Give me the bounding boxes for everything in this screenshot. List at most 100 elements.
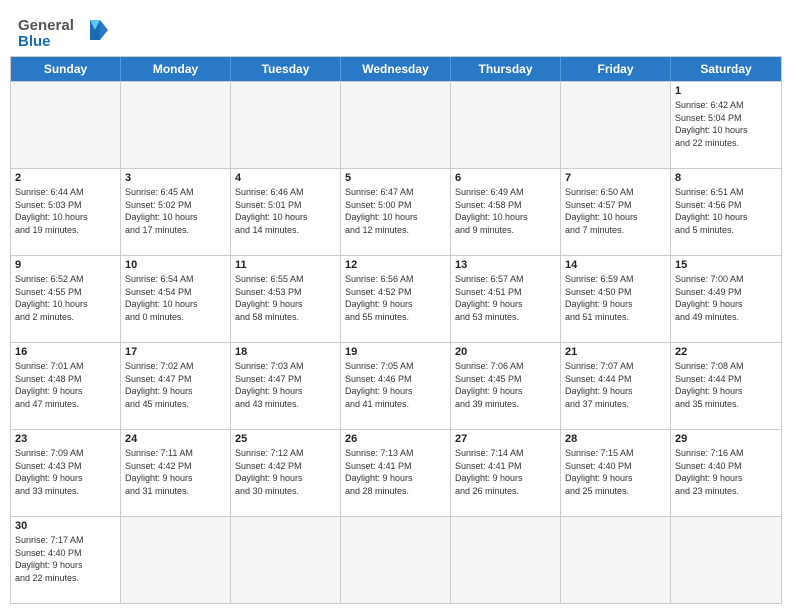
calendar-day-cell: 28 Sunrise: 7:15 AM Sunset: 4:40 PM Dayli… (561, 430, 671, 516)
calendar-header-cell: Saturday (671, 57, 781, 81)
calendar-day-cell (231, 517, 341, 603)
day-number: 16 (15, 346, 116, 358)
calendar-header-cell: Monday (121, 57, 231, 81)
calendar-day-cell (121, 517, 231, 603)
calendar-day-cell: 6Sunrise: 6:49 AM Sunset: 4:58 PM Daylig… (451, 169, 561, 255)
calendar-day-cell (121, 82, 231, 168)
day-info: Sunrise: 6:50 AM Sunset: 4:57 PM Dayligh… (565, 186, 666, 236)
day-info: Sunrise: 6:42 AM Sunset: 5:04 PM Dayligh… (675, 99, 777, 149)
calendar-header-cell: Sunday (11, 57, 121, 81)
calendar-week-row: 1Sunrise: 6:42 AM Sunset: 5:04 PM Daylig… (11, 81, 781, 168)
day-number: 8 (675, 172, 777, 184)
calendar-day-cell: 10 Sunrise: 6:54 AM Sunset: 4:54 PM Dayli… (121, 256, 231, 342)
day-info: Sunrise: 7:15 AM Sunset: 4:40 PM Dayligh… (565, 447, 666, 497)
day-info: Sunrise: 6:56 AM Sunset: 4:52 PM Dayligh… (345, 273, 446, 323)
calendar-day-cell: 21Sunrise: 7:07 AM Sunset: 4:44 PM Dayli… (561, 343, 671, 429)
day-number: 11 (235, 259, 336, 271)
day-number: 28 (565, 433, 666, 445)
calendar-day-cell: 20 Sunrise: 7:06 AM Sunset: 4:45 PM Dayli… (451, 343, 561, 429)
day-number: 17 (125, 346, 226, 358)
day-number: 23 (15, 433, 116, 445)
calendar-day-cell (671, 517, 781, 603)
day-number: 22 (675, 346, 777, 358)
day-number: 25 (235, 433, 336, 445)
calendar-day-cell: 16 Sunrise: 7:01 AM Sunset: 4:48 PM Dayli… (11, 343, 121, 429)
calendar-day-cell (561, 82, 671, 168)
day-info: Sunrise: 6:57 AM Sunset: 4:51 PM Dayligh… (455, 273, 556, 323)
day-number: 5 (345, 172, 446, 184)
day-info: Sunrise: 7:06 AM Sunset: 4:45 PM Dayligh… (455, 360, 556, 410)
calendar-day-cell: 17Sunrise: 7:02 AM Sunset: 4:47 PM Dayli… (121, 343, 231, 429)
day-number: 2 (15, 172, 116, 184)
calendar-day-cell: 4 Sunrise: 6:46 AM Sunset: 5:01 PM Daylig… (231, 169, 341, 255)
calendar-day-cell (451, 82, 561, 168)
calendar-day-cell: 12Sunrise: 6:56 AM Sunset: 4:52 PM Dayli… (341, 256, 451, 342)
calendar-header-cell: Tuesday (231, 57, 341, 81)
day-number: 18 (235, 346, 336, 358)
day-info: Sunrise: 7:17 AM Sunset: 4:40 PM Dayligh… (15, 534, 116, 584)
day-number: 10 (125, 259, 226, 271)
calendar-day-cell: 22 Sunrise: 7:08 AM Sunset: 4:44 PM Dayli… (671, 343, 781, 429)
calendar-day-cell: 25 Sunrise: 7:12 AM Sunset: 4:42 PM Dayli… (231, 430, 341, 516)
calendar-day-cell: 15Sunrise: 7:00 AM Sunset: 4:49 PM Dayli… (671, 256, 781, 342)
calendar-header-row: SundayMondayTuesdayWednesdayThursdayFrid… (11, 57, 781, 81)
day-number: 20 (455, 346, 556, 358)
calendar-day-cell: 1Sunrise: 6:42 AM Sunset: 5:04 PM Daylig… (671, 82, 781, 168)
logo-graphic: General Blue (18, 12, 108, 50)
day-info: Sunrise: 7:03 AM Sunset: 4:47 PM Dayligh… (235, 360, 336, 410)
day-info: Sunrise: 6:44 AM Sunset: 5:03 PM Dayligh… (15, 186, 116, 236)
day-info: Sunrise: 6:51 AM Sunset: 4:56 PM Dayligh… (675, 186, 777, 236)
calendar-week-row: 23Sunrise: 7:09 AM Sunset: 4:43 PM Dayli… (11, 429, 781, 516)
day-number: 13 (455, 259, 556, 271)
day-info: Sunrise: 7:08 AM Sunset: 4:44 PM Dayligh… (675, 360, 777, 410)
day-info: Sunrise: 7:14 AM Sunset: 4:41 PM Dayligh… (455, 447, 556, 497)
calendar-day-cell: 23Sunrise: 7:09 AM Sunset: 4:43 PM Dayli… (11, 430, 121, 516)
calendar-day-cell: 27 Sunrise: 7:14 AM Sunset: 4:41 PM Dayli… (451, 430, 561, 516)
calendar-day-cell: 19Sunrise: 7:05 AM Sunset: 4:46 PM Dayli… (341, 343, 451, 429)
calendar-day-cell: 8 Sunrise: 6:51 AM Sunset: 4:56 PM Daylig… (671, 169, 781, 255)
day-info: Sunrise: 6:55 AM Sunset: 4:53 PM Dayligh… (235, 273, 336, 323)
calendar-day-cell: 13 Sunrise: 6:57 AM Sunset: 4:51 PM Dayli… (451, 256, 561, 342)
day-info: Sunrise: 6:47 AM Sunset: 5:00 PM Dayligh… (345, 186, 446, 236)
calendar-day-cell: 14Sunrise: 6:59 AM Sunset: 4:50 PM Dayli… (561, 256, 671, 342)
day-info: Sunrise: 6:45 AM Sunset: 5:02 PM Dayligh… (125, 186, 226, 236)
day-info: Sunrise: 7:01 AM Sunset: 4:48 PM Dayligh… (15, 360, 116, 410)
day-info: Sunrise: 6:54 AM Sunset: 4:54 PM Dayligh… (125, 273, 226, 323)
day-info: Sunrise: 7:00 AM Sunset: 4:49 PM Dayligh… (675, 273, 777, 323)
day-info: Sunrise: 6:46 AM Sunset: 5:01 PM Dayligh… (235, 186, 336, 236)
day-number: 19 (345, 346, 446, 358)
day-number: 29 (675, 433, 777, 445)
day-info: Sunrise: 6:52 AM Sunset: 4:55 PM Dayligh… (15, 273, 116, 323)
calendar-day-cell (11, 82, 121, 168)
calendar-day-cell (451, 517, 561, 603)
day-info: Sunrise: 7:11 AM Sunset: 4:42 PM Dayligh… (125, 447, 226, 497)
calendar-day-cell: 2 Sunrise: 6:44 AM Sunset: 5:03 PM Daylig… (11, 169, 121, 255)
calendar-day-cell: 26Sunrise: 7:13 AM Sunset: 4:41 PM Dayli… (341, 430, 451, 516)
calendar-day-cell: 3Sunrise: 6:45 AM Sunset: 5:02 PM Daylig… (121, 169, 231, 255)
calendar-day-cell: 7 Sunrise: 6:50 AM Sunset: 4:57 PM Daylig… (561, 169, 671, 255)
calendar-day-cell: 29 Sunrise: 7:16 AM Sunset: 4:40 PM Dayli… (671, 430, 781, 516)
calendar-day-cell (231, 82, 341, 168)
day-info: Sunrise: 7:12 AM Sunset: 4:42 PM Dayligh… (235, 447, 336, 497)
day-info: Sunrise: 7:13 AM Sunset: 4:41 PM Dayligh… (345, 447, 446, 497)
day-number: 9 (15, 259, 116, 271)
header: General Blue (0, 0, 792, 56)
calendar-day-cell: 30Sunrise: 7:17 AM Sunset: 4:40 PM Dayli… (11, 517, 121, 603)
calendar: SundayMondayTuesdayWednesdayThursdayFrid… (10, 56, 782, 604)
calendar-page: General Blue SundayMondayTuesdayWednesda… (0, 0, 792, 612)
calendar-body: 1Sunrise: 6:42 AM Sunset: 5:04 PM Daylig… (11, 81, 781, 603)
calendar-day-cell: 11 Sunrise: 6:55 AM Sunset: 4:53 PM Dayli… (231, 256, 341, 342)
day-number: 4 (235, 172, 336, 184)
calendar-header-cell: Friday (561, 57, 671, 81)
day-number: 7 (565, 172, 666, 184)
day-number: 21 (565, 346, 666, 358)
day-number: 24 (125, 433, 226, 445)
calendar-day-cell (341, 517, 451, 603)
svg-text:Blue: Blue (18, 33, 51, 50)
calendar-header-cell: Wednesday (341, 57, 451, 81)
calendar-week-row: 9 Sunrise: 6:52 AM Sunset: 4:55 PM Daylig… (11, 255, 781, 342)
day-number: 27 (455, 433, 556, 445)
svg-text:General: General (18, 17, 74, 34)
day-info: Sunrise: 7:16 AM Sunset: 4:40 PM Dayligh… (675, 447, 777, 497)
calendar-week-row: 16 Sunrise: 7:01 AM Sunset: 4:48 PM Dayli… (11, 342, 781, 429)
